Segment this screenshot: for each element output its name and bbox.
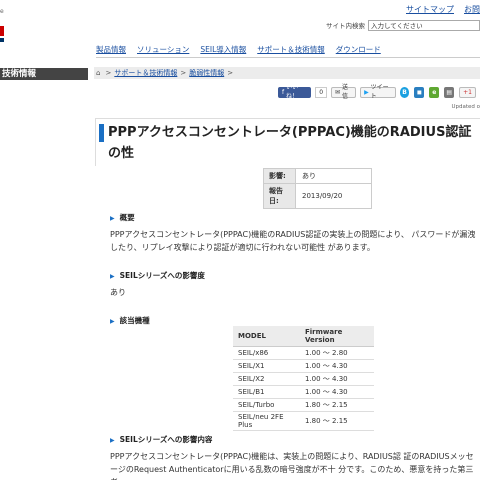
- social-buttons: f いいね！ 0 ✉ 送信 ▶ ツイート B ◼ e ▤ +1: [278, 84, 480, 100]
- models-heading: ▶ 該当機種: [110, 315, 150, 326]
- detail-title: SEILシリーズへの影響内容: [119, 435, 213, 444]
- plus-label: +1: [463, 88, 472, 96]
- detail-text: PPPアクセスコンセントレータ(PPPAC)機能は、実装上の問題により、RADI…: [110, 452, 474, 480]
- models-title: 該当機種: [119, 316, 150, 325]
- model-cell: SEIL/B1: [233, 385, 300, 399]
- breadcrumb-support[interactable]: サポート＆技術情報: [114, 68, 177, 78]
- page-title: PPPアクセスコンセントレータ(PPPAC)機能のRADIUS認証の性: [108, 125, 472, 161]
- table-row: SEIL/X2 1.00 ～ 4.30: [233, 372, 374, 386]
- impact-value: あり: [295, 168, 372, 184]
- overview-heading: ▶ 概要: [110, 212, 135, 223]
- date-value: 2013/09/20: [295, 183, 372, 209]
- nav-divider: [96, 57, 480, 58]
- model-cell: SEIL/X2: [233, 372, 300, 386]
- models-header-row: MODEL Firmware Version: [233, 326, 374, 347]
- google-plus-button[interactable]: +1: [459, 86, 476, 98]
- nav-seil-intro[interactable]: SEIL導入情報: [200, 44, 246, 55]
- logo-accent: [0, 38, 4, 42]
- contact-link[interactable]: お問: [464, 5, 480, 14]
- meta-row-date: 報告日: 2013/09/20: [263, 183, 372, 209]
- site-search: サイト内検索 入力してください: [326, 19, 480, 31]
- breadcrumb-vuln[interactable]: 脆弱性情報: [189, 68, 224, 78]
- mail-send-button[interactable]: ✉ 送信: [331, 84, 357, 100]
- like-label: いいね！: [286, 84, 299, 100]
- model-cell: SEIL/X1: [233, 359, 300, 373]
- table-row: SEIL/x86 1.00 ～ 2.80: [233, 346, 374, 360]
- evernote-icon[interactable]: e: [429, 86, 440, 98]
- firmware-cell: 1.80 ～ 2.15: [300, 398, 374, 412]
- model-column-header: MODEL: [233, 326, 300, 347]
- nav-support[interactable]: サポート＆技術情報: [257, 44, 325, 55]
- title-accent-bar: [99, 124, 104, 142]
- models-table: MODEL Firmware Version SEIL/x86 1.00 ～ 2.…: [233, 326, 374, 431]
- model-cell: SEIL/neu 2FE Plus: [233, 411, 300, 431]
- detail-heading: ▶ SEILシリーズへの影響内容: [110, 434, 212, 445]
- search-input[interactable]: 入力してください: [368, 19, 480, 31]
- date-label: 報告日:: [263, 183, 296, 209]
- meta-row-impact: 影響: あり: [263, 168, 372, 184]
- table-row: SEIL/X1 1.00 ～ 4.30: [233, 359, 374, 373]
- firmware-cell: 1.80 ～ 2.15: [300, 411, 374, 431]
- mail-label: 送信: [341, 84, 348, 100]
- hatena-icon[interactable]: B: [399, 86, 410, 98]
- tweet-label: ツイート: [370, 84, 389, 100]
- home-icon[interactable]: ⌂: [96, 69, 100, 77]
- share-icon[interactable]: ◼: [414, 86, 425, 98]
- updated-label: Updated o: [451, 104, 480, 110]
- mail-icon: ✉: [335, 88, 342, 96]
- breadcrumb: ⌂ > サポート＆技術情報 > 脆弱性情報 >: [94, 67, 480, 79]
- model-cell: SEIL/x86: [233, 346, 300, 360]
- table-row: SEIL/B1 1.00 ～ 4.30: [233, 385, 374, 399]
- impact-heading: ▶ SEILシリーズへの影響度: [110, 270, 205, 281]
- utility-links: サイトマップ お問: [396, 4, 480, 15]
- tweet-button[interactable]: ▶ ツイート: [360, 84, 396, 100]
- site-search-label: サイト内検索: [326, 22, 365, 30]
- breadcrumb-separator: >: [227, 69, 234, 77]
- bullet-icon: ▶: [110, 273, 115, 280]
- brand-caption: e: [0, 8, 4, 15]
- overview-title: 概要: [119, 213, 135, 222]
- meta-table: 影響: あり 報告日: 2013/09/20: [263, 168, 372, 209]
- firmware-cell: 1.00 ～ 4.30: [300, 372, 374, 386]
- breadcrumb-separator: >: [180, 69, 187, 77]
- impact-text: あり: [110, 288, 126, 297]
- sitemap-link[interactable]: サイトマップ: [406, 5, 454, 14]
- facebook-like-button[interactable]: f いいね！: [278, 84, 312, 100]
- nav-download[interactable]: ダウンロード: [336, 44, 381, 55]
- nav-products[interactable]: 製品情報: [96, 44, 126, 55]
- sidebar-heading[interactable]: 技術情報: [0, 68, 88, 80]
- bullet-icon: ▶: [110, 215, 115, 222]
- global-nav: 製品情報 ソリューション SEIL導入情報 サポート＆技術情報 ダウンロード: [96, 44, 392, 55]
- impact-title: SEILシリーズへの影響度: [119, 271, 205, 280]
- print-icon[interactable]: ▤: [444, 86, 455, 98]
- firmware-cell: 1.00 ～ 2.80: [300, 346, 374, 360]
- breadcrumb-separator: >: [105, 69, 112, 77]
- table-row: SEIL/neu 2FE Plus 1.80 ～ 2.15: [233, 411, 374, 431]
- bullet-icon: ▶: [110, 318, 115, 325]
- impact-label: 影響:: [263, 168, 296, 184]
- nav-solutions[interactable]: ソリューション: [137, 44, 189, 55]
- overview-text: PPPアクセスコンセントレータ(PPPAC)機能のRADIUS認証の実装上の問題…: [110, 230, 476, 252]
- model-cell: SEIL/Turbo: [233, 398, 300, 412]
- logo[interactable]: [0, 26, 4, 36]
- firmware-cell: 1.00 ～ 4.30: [300, 359, 374, 373]
- firmware-cell: 1.00 ～ 4.30: [300, 385, 374, 399]
- table-row: SEIL/Turbo 1.80 ～ 2.15: [233, 398, 374, 412]
- firmware-column-header: Firmware Version: [300, 326, 374, 347]
- bullet-icon: ▶: [110, 437, 115, 444]
- like-count: 0: [315, 86, 328, 98]
